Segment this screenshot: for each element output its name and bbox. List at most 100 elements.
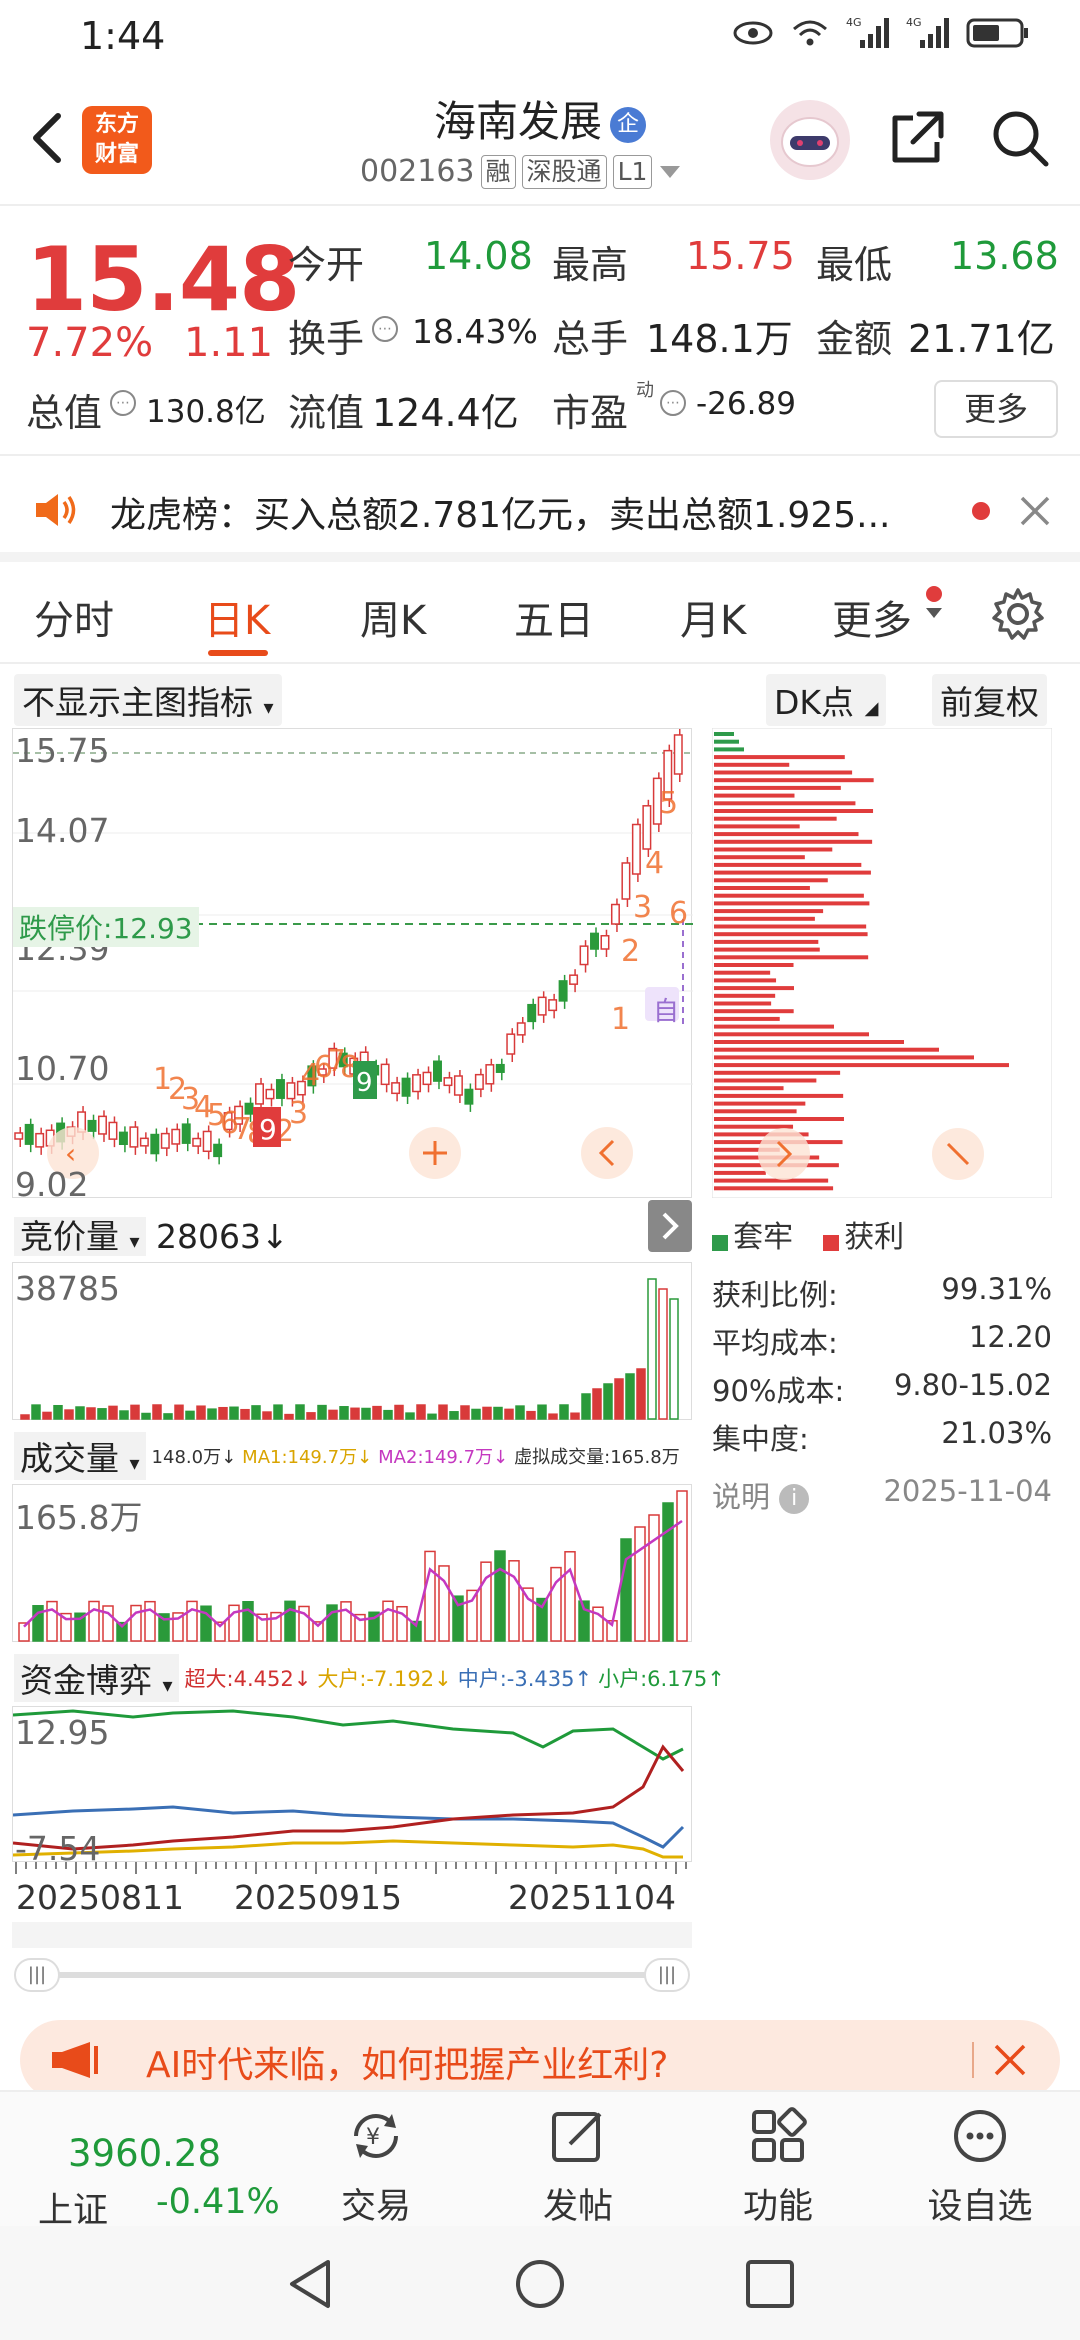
range-handle-left[interactable]: |||: [14, 1958, 60, 1992]
settings-gear-icon[interactable]: [990, 586, 1046, 642]
candle-body: [485, 1064, 495, 1085]
auction-bar: [526, 1410, 536, 1420]
chip-distribution[interactable]: [711, 727, 1053, 1199]
auction-bar: [284, 1413, 294, 1420]
tab-intraday[interactable]: 分时: [34, 588, 114, 646]
auction-select[interactable]: 竞价量 ▾: [14, 1217, 146, 1256]
tag-margin: 融: [480, 154, 516, 189]
last-price: 15.48: [26, 228, 300, 331]
candle-body: [600, 935, 610, 950]
x-label-1: 20250811: [16, 1878, 184, 1917]
volume-chart[interactable]: 165.8万: [12, 1484, 692, 1642]
close-icon[interactable]: [992, 2042, 1028, 2078]
legend-trapped: 套牢: [712, 1212, 793, 1256]
period-tabs: 分时 日K 周K 五日 月K 更多: [0, 562, 1080, 664]
indicator-select[interactable]: 不显示主图指标 ▾: [14, 674, 282, 726]
chip-bar: [714, 1040, 904, 1044]
volume-bar: [564, 1551, 576, 1642]
auction-chart[interactable]: 38785: [12, 1262, 692, 1420]
battery-icon: [966, 18, 1028, 48]
svg-text:3: 3: [633, 890, 652, 925]
turnover-info-icon[interactable]: ⋯: [372, 316, 398, 342]
bottom-nav: 3960.28 上证 -0.41% ¥ 交易 发帖 功能 设自选: [0, 2090, 1080, 2231]
caret-down-icon: ▾: [129, 1451, 140, 1475]
volume-bar: [494, 1550, 506, 1642]
chip-bar: [714, 1086, 784, 1091]
candle-body: [171, 1128, 181, 1145]
chip-bar: [714, 1032, 869, 1037]
more-quote-button[interactable]: 更多: [934, 380, 1058, 438]
auction-bar: [471, 1408, 481, 1420]
tab-five-day[interactable]: 五日: [514, 588, 594, 646]
chip-bar: [714, 778, 874, 783]
tab-weekly-k[interactable]: 周K: [360, 588, 426, 646]
chip-bar: [714, 870, 871, 875]
tab-monthly-k[interactable]: 月K: [680, 588, 746, 646]
candle-body: [192, 1137, 202, 1147]
chip-bar: [714, 1047, 939, 1052]
nav-recents-icon[interactable]: [744, 2258, 796, 2310]
search-icon[interactable]: [988, 106, 1052, 170]
auction-header[interactable]: 竞价量 ▾ 28063↓: [14, 1210, 289, 1258]
dk-label: DK点: [774, 683, 855, 722]
chip-bar: [714, 932, 868, 937]
nav-home-icon[interactable]: [512, 2256, 568, 2312]
candle-body: [14, 1132, 24, 1140]
chip-bar: [714, 785, 841, 790]
auction-bar: [504, 1408, 514, 1420]
chip-date: 2025-11-04: [883, 1474, 1052, 1508]
auction-bar: [658, 1288, 668, 1420]
mktcap-info-icon[interactable]: ⋯: [110, 390, 136, 416]
chip-bar: [714, 978, 777, 983]
ad-banner[interactable]: AI时代来临，如何把握产业红利?: [20, 2020, 1060, 2100]
kline-chart[interactable]: 12345 678 234678 123456 9 9 ‹ 15.75 14.0…: [12, 728, 693, 1204]
robot-avatar-icon[interactable]: [770, 100, 850, 180]
range-slider[interactable]: ||| |||: [14, 1958, 690, 1992]
auction-bar: [229, 1406, 239, 1420]
caret-corner-icon: ◢: [864, 698, 879, 719]
nav-back-icon[interactable]: [284, 2256, 336, 2312]
megaphone-icon: [52, 2042, 98, 2078]
share-icon[interactable]: [885, 106, 949, 170]
volume-select[interactable]: 成交量 ▾: [14, 1432, 146, 1480]
adjust-select[interactable]: 前复权: [932, 674, 1047, 726]
svg-text:4: 4: [645, 846, 664, 881]
auction-bar: [405, 1412, 415, 1420]
volume-ma2: MA2:149.7万↓: [378, 1447, 509, 1468]
chip-legend: 套牢 获利: [712, 1212, 904, 1256]
candle-body: [401, 1077, 411, 1097]
chip-bar: [714, 1117, 844, 1121]
chip-explain-row[interactable]: 说明 i 2025-11-04: [712, 1474, 1052, 1516]
expand-panel-button[interactable]: [648, 1200, 692, 1252]
close-icon[interactable]: [1018, 494, 1052, 528]
chip-stat-avg-cost: 平均成本: 12.20: [712, 1320, 1052, 1362]
auction-bar: [614, 1378, 624, 1420]
x-label-3: 20251104: [508, 1878, 676, 1917]
dk-select[interactable]: DK点 ◢: [766, 674, 887, 726]
pe-info-icon[interactable]: ⋯: [660, 390, 686, 416]
svg-text:¥: ¥: [366, 2125, 380, 2150]
auction-bar: [460, 1405, 470, 1420]
volume-bar: [382, 1600, 394, 1642]
fund-chart[interactable]: 12.95 -7.54: [12, 1706, 692, 1868]
stock-subtitle[interactable]: 002163 融 深股通 L1: [360, 154, 682, 189]
auction-bar: [592, 1388, 602, 1420]
chip-bar: [714, 1178, 829, 1183]
candle-body: [422, 1071, 432, 1086]
tab-more[interactable]: 更多: [832, 588, 912, 646]
auction-bar: [273, 1404, 283, 1420]
candle-body: [621, 862, 631, 900]
volume-bar: [340, 1601, 352, 1642]
candle-body: [673, 734, 683, 775]
tab-daily-k[interactable]: 日K: [204, 588, 270, 646]
eye-icon: [733, 21, 773, 45]
auction-bar: [493, 1406, 503, 1420]
tag-level: L1: [612, 154, 653, 189]
fund-select-label: 资金博弈: [20, 1661, 152, 1700]
news-ticker[interactable]: 龙虎榜：买入总额2.781亿元，卖出总额1.925...: [0, 456, 1080, 562]
status-icons: 4G 4G: [732, 16, 1030, 50]
volume-bar: [144, 1600, 156, 1642]
fund-select[interactable]: 资金博弈 ▾: [14, 1654, 179, 1702]
range-handle-right[interactable]: |||: [644, 1958, 690, 1992]
mktcap-label: 总值: [26, 391, 103, 435]
